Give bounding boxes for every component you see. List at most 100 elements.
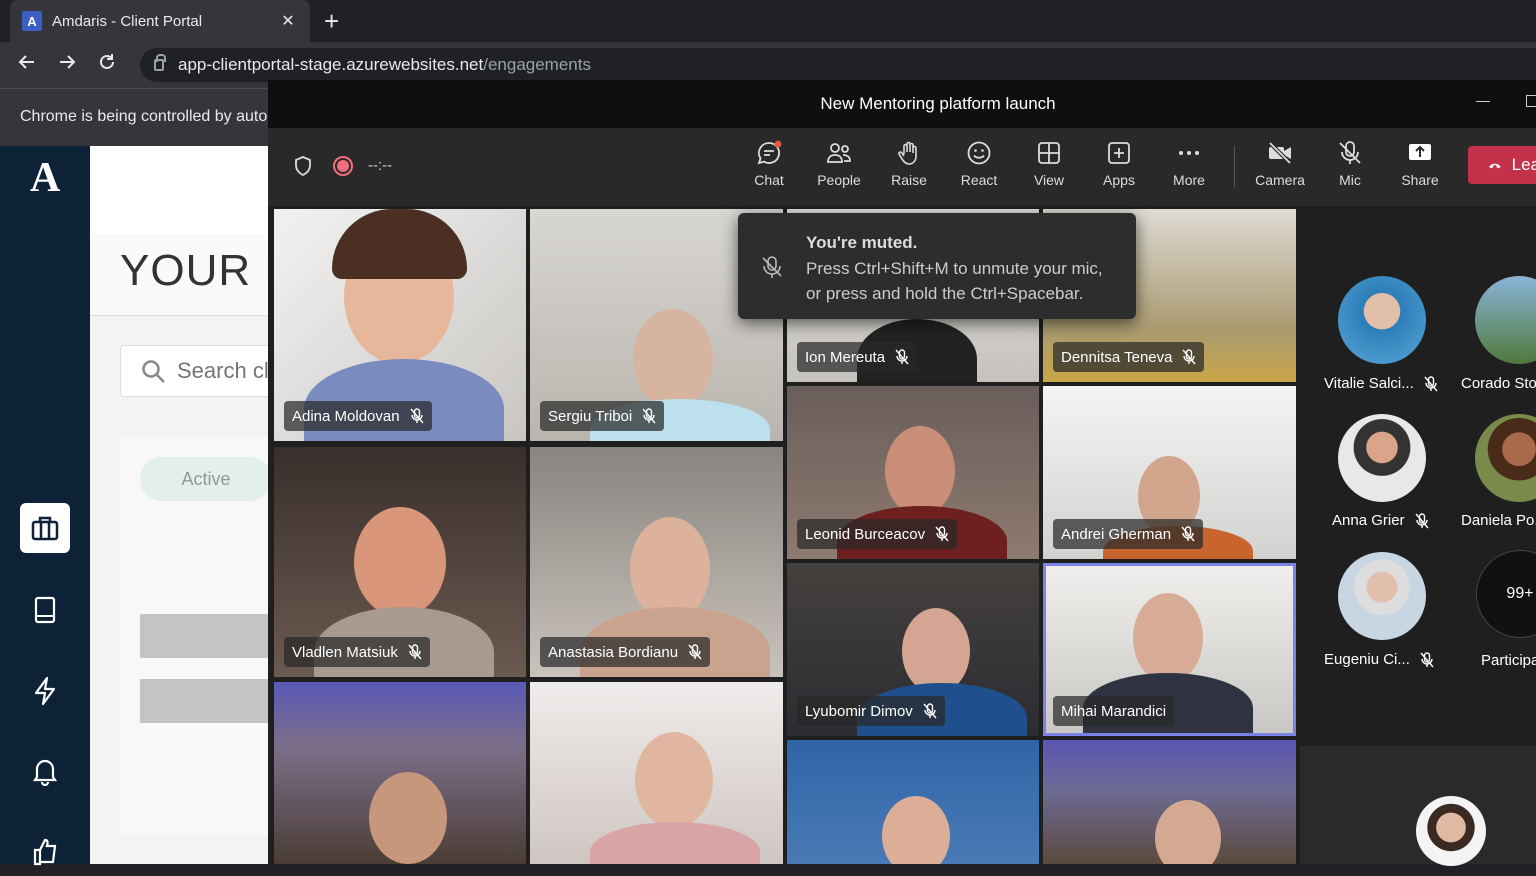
nav-notifications[interactable] [20,746,70,796]
video-tile[interactable]: Andrei Gherman [1043,386,1296,559]
nav-engagements[interactable] [20,503,70,553]
nav-lightning[interactable] [20,666,70,716]
minimize-icon[interactable] [1476,101,1490,102]
chat-button[interactable]: Chat [739,140,799,200]
react-button[interactable]: React [949,140,1009,200]
participant-face [369,772,447,864]
reload-button[interactable] [94,52,120,78]
video-tile[interactable]: Lyubomir Dimov [787,563,1039,736]
address-bar[interactable]: app-clientportal-stage.azurewebsites.net… [140,48,1536,82]
back-button[interactable] [14,52,40,78]
mic-off-icon [1415,512,1429,528]
nav-book[interactable] [20,585,70,635]
forward-button[interactable] [54,52,80,78]
filter-active-tab[interactable]: Active [140,457,272,501]
participant-name-chip: Adina Moldovan [284,401,432,431]
new-tab-button[interactable]: + [324,8,339,34]
lock-icon [154,54,166,71]
video-tile[interactable] [787,740,1039,864]
video-tile[interactable] [530,682,783,864]
mic-off-icon [935,526,949,542]
apps-icon [1108,142,1130,164]
view-label: View [1033,172,1065,188]
share-screen-icon [1409,144,1431,160]
participant-name-chip: Dennitsa Teneva [1053,342,1205,372]
video-tile[interactable] [274,682,526,864]
camera-off-icon [1268,141,1292,165]
video-tile[interactable]: Leonid Burceacov [787,386,1039,559]
avatar[interactable] [1338,552,1426,640]
people-icon [827,143,851,163]
roster-item[interactable]: Eugeniu Ci... [1324,651,1434,668]
participant-name: Adina Moldovan [292,407,400,425]
mic-off-icon [688,644,702,660]
participant-name: Andrei Gherman [1061,525,1172,543]
nav-feedback[interactable] [20,826,70,876]
mic-off-icon [923,703,937,719]
participant-name-chip: Sergiu Triboi [540,401,665,431]
bell-icon [32,759,58,786]
share-button[interactable]: Share [1390,140,1450,200]
avatar[interactable] [1338,414,1426,502]
app-sidebar: A [0,146,90,866]
self-view-tile[interactable] [1300,746,1536,866]
toast-line-1: Press Ctrl+Shift+M to unmute your mic, [806,259,1103,278]
video-tile[interactable]: Adina Moldovan [274,209,526,441]
participant-name: Anastasia Bordianu [548,643,679,661]
muted-notification: You're muted. Press Ctrl+Shift+M to unmu… [738,213,1136,319]
avatar[interactable] [1338,276,1426,364]
apps-button[interactable]: Apps [1089,140,1149,200]
roster-name: Vitalie Salci... [1324,375,1414,392]
leave-button[interactable]: Leave [1468,146,1536,184]
shield-icon[interactable] [294,156,312,176]
participant-name: Mihai Marandici [1061,702,1167,720]
video-tile-active-speaker[interactable]: Mihai Marandici [1043,563,1296,736]
video-tile[interactable] [1043,740,1296,864]
roster-item[interactable]: Vitalie Salci... [1324,375,1438,392]
share-label: Share [1401,172,1439,188]
raise-hand-button[interactable]: Raise [879,140,939,200]
more-icon [1179,151,1199,155]
camera-button[interactable]: Camera [1250,140,1310,200]
participant-name-chip: Andrei Gherman [1053,519,1204,549]
leave-label: Leave [1511,155,1536,174]
mic-off-icon [408,644,422,660]
amdaris-logo: A [30,155,61,201]
toast-title: You're muted. [806,233,918,252]
more-label: More [1173,172,1205,188]
teams-meeting-window: New Mentoring platform launch --:-- Chat… [268,80,1536,866]
mic-off-icon [895,349,909,365]
more-button[interactable]: More [1159,140,1219,200]
raise-label: Raise [891,172,927,188]
browser-tab[interactable]: A Amdaris - Client Portal ✕ [10,0,310,42]
roster-item[interactable]: Daniela Po... [1461,512,1536,529]
arrow-left-icon [18,55,34,69]
roster-item[interactable]: Corado Sto [1461,375,1536,392]
url-host: app-clientportal-stage.azurewebsites.net [178,55,484,74]
participant-name: Dennitsa Teneva [1061,348,1173,366]
smiley-icon [967,141,991,165]
reload-icon [100,54,114,69]
apps-label: Apps [1103,172,1135,188]
search-icon [142,360,165,383]
maximize-icon[interactable] [1526,95,1536,107]
roster-item[interactable]: Anna Grier [1332,512,1429,529]
toolbar-divider [1234,146,1235,188]
meeting-toolbar: --:-- Chat People Raise React View Apps … [268,128,1536,206]
tab-close-icon[interactable]: ✕ [278,11,298,31]
video-tile[interactable]: Anastasia Bordianu [530,447,783,677]
thumbs-up-icon [33,838,57,866]
mic-off-icon [642,408,656,424]
participant-name-chip: Lyubomir Dimov [797,696,945,726]
participant-face [630,517,710,621]
raise-hand-icon [898,141,917,165]
participants-overflow-label[interactable]: Participa [1481,652,1536,669]
view-button[interactable]: View [1019,140,1079,200]
mic-button[interactable]: Mic [1320,140,1380,200]
participant-name: Vladlen Matsiuk [292,643,398,661]
people-button[interactable]: People [809,140,869,200]
hang-up-icon [1489,163,1501,169]
chat-label: Chat [754,172,784,188]
teams-titlebar: New Mentoring platform launch [268,80,1536,128]
video-tile[interactable]: Vladlen Matsiuk [274,447,526,677]
